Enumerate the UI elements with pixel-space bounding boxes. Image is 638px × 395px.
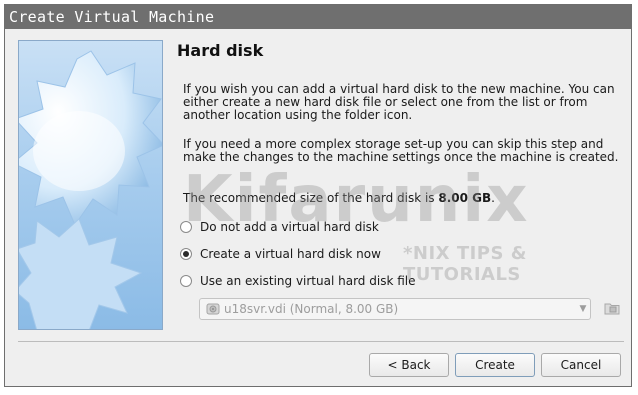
intro-text: If you wish you can add a virtual hard d… xyxy=(183,82,615,122)
recommended-size-text: The recommended size of the hard disk is… xyxy=(183,192,623,205)
page-title: Hard disk xyxy=(177,41,264,60)
button-separator xyxy=(18,341,624,342)
choose-disk-folder-button[interactable] xyxy=(601,298,623,320)
wizard-illustration xyxy=(18,40,163,330)
recommended-size-suffix: . xyxy=(491,191,495,205)
option-create-disk[interactable]: Create a virtual hard disk now xyxy=(180,246,381,262)
cancel-button[interactable]: Cancel xyxy=(541,353,621,377)
radio-button-selected[interactable] xyxy=(180,248,192,260)
back-button[interactable]: < Back xyxy=(369,353,449,377)
option-existing-disk-label: Use an existing virtual hard disk file xyxy=(200,274,416,288)
recommended-size-value: 8.00 GB xyxy=(438,191,492,205)
radio-button[interactable] xyxy=(180,275,192,287)
option-no-disk-label: Do not add a virtual hard disk xyxy=(200,220,379,234)
dialog-window: Create Virtual Machine Hard disk If you … xyxy=(4,4,632,387)
complex-storage-text: If you need a more complex storage set-u… xyxy=(183,137,619,164)
radio-button[interactable] xyxy=(180,221,192,233)
option-no-disk[interactable]: Do not add a virtual hard disk xyxy=(180,219,379,235)
recommended-size-prefix: The recommended size of the hard disk is xyxy=(183,191,439,205)
window-title: Create Virtual Machine xyxy=(5,5,631,29)
create-button[interactable]: Create xyxy=(455,353,535,377)
folder-icon xyxy=(604,301,620,318)
chevron-down-icon: ▼ xyxy=(579,304,587,314)
option-existing-disk[interactable]: Use an existing virtual hard disk file xyxy=(180,273,415,289)
existing-disk-select[interactable]: u18svr.vdi (Normal, 8.00 GB) ▼ xyxy=(199,298,591,320)
option-create-disk-label: Create a virtual hard disk now xyxy=(200,247,381,261)
hard-disk-icon xyxy=(206,302,220,316)
watermark-tagline: *NIX TIPS & TUTORIALS xyxy=(403,243,527,285)
existing-disk-value: u18svr.vdi (Normal, 8.00 GB) xyxy=(224,302,399,316)
